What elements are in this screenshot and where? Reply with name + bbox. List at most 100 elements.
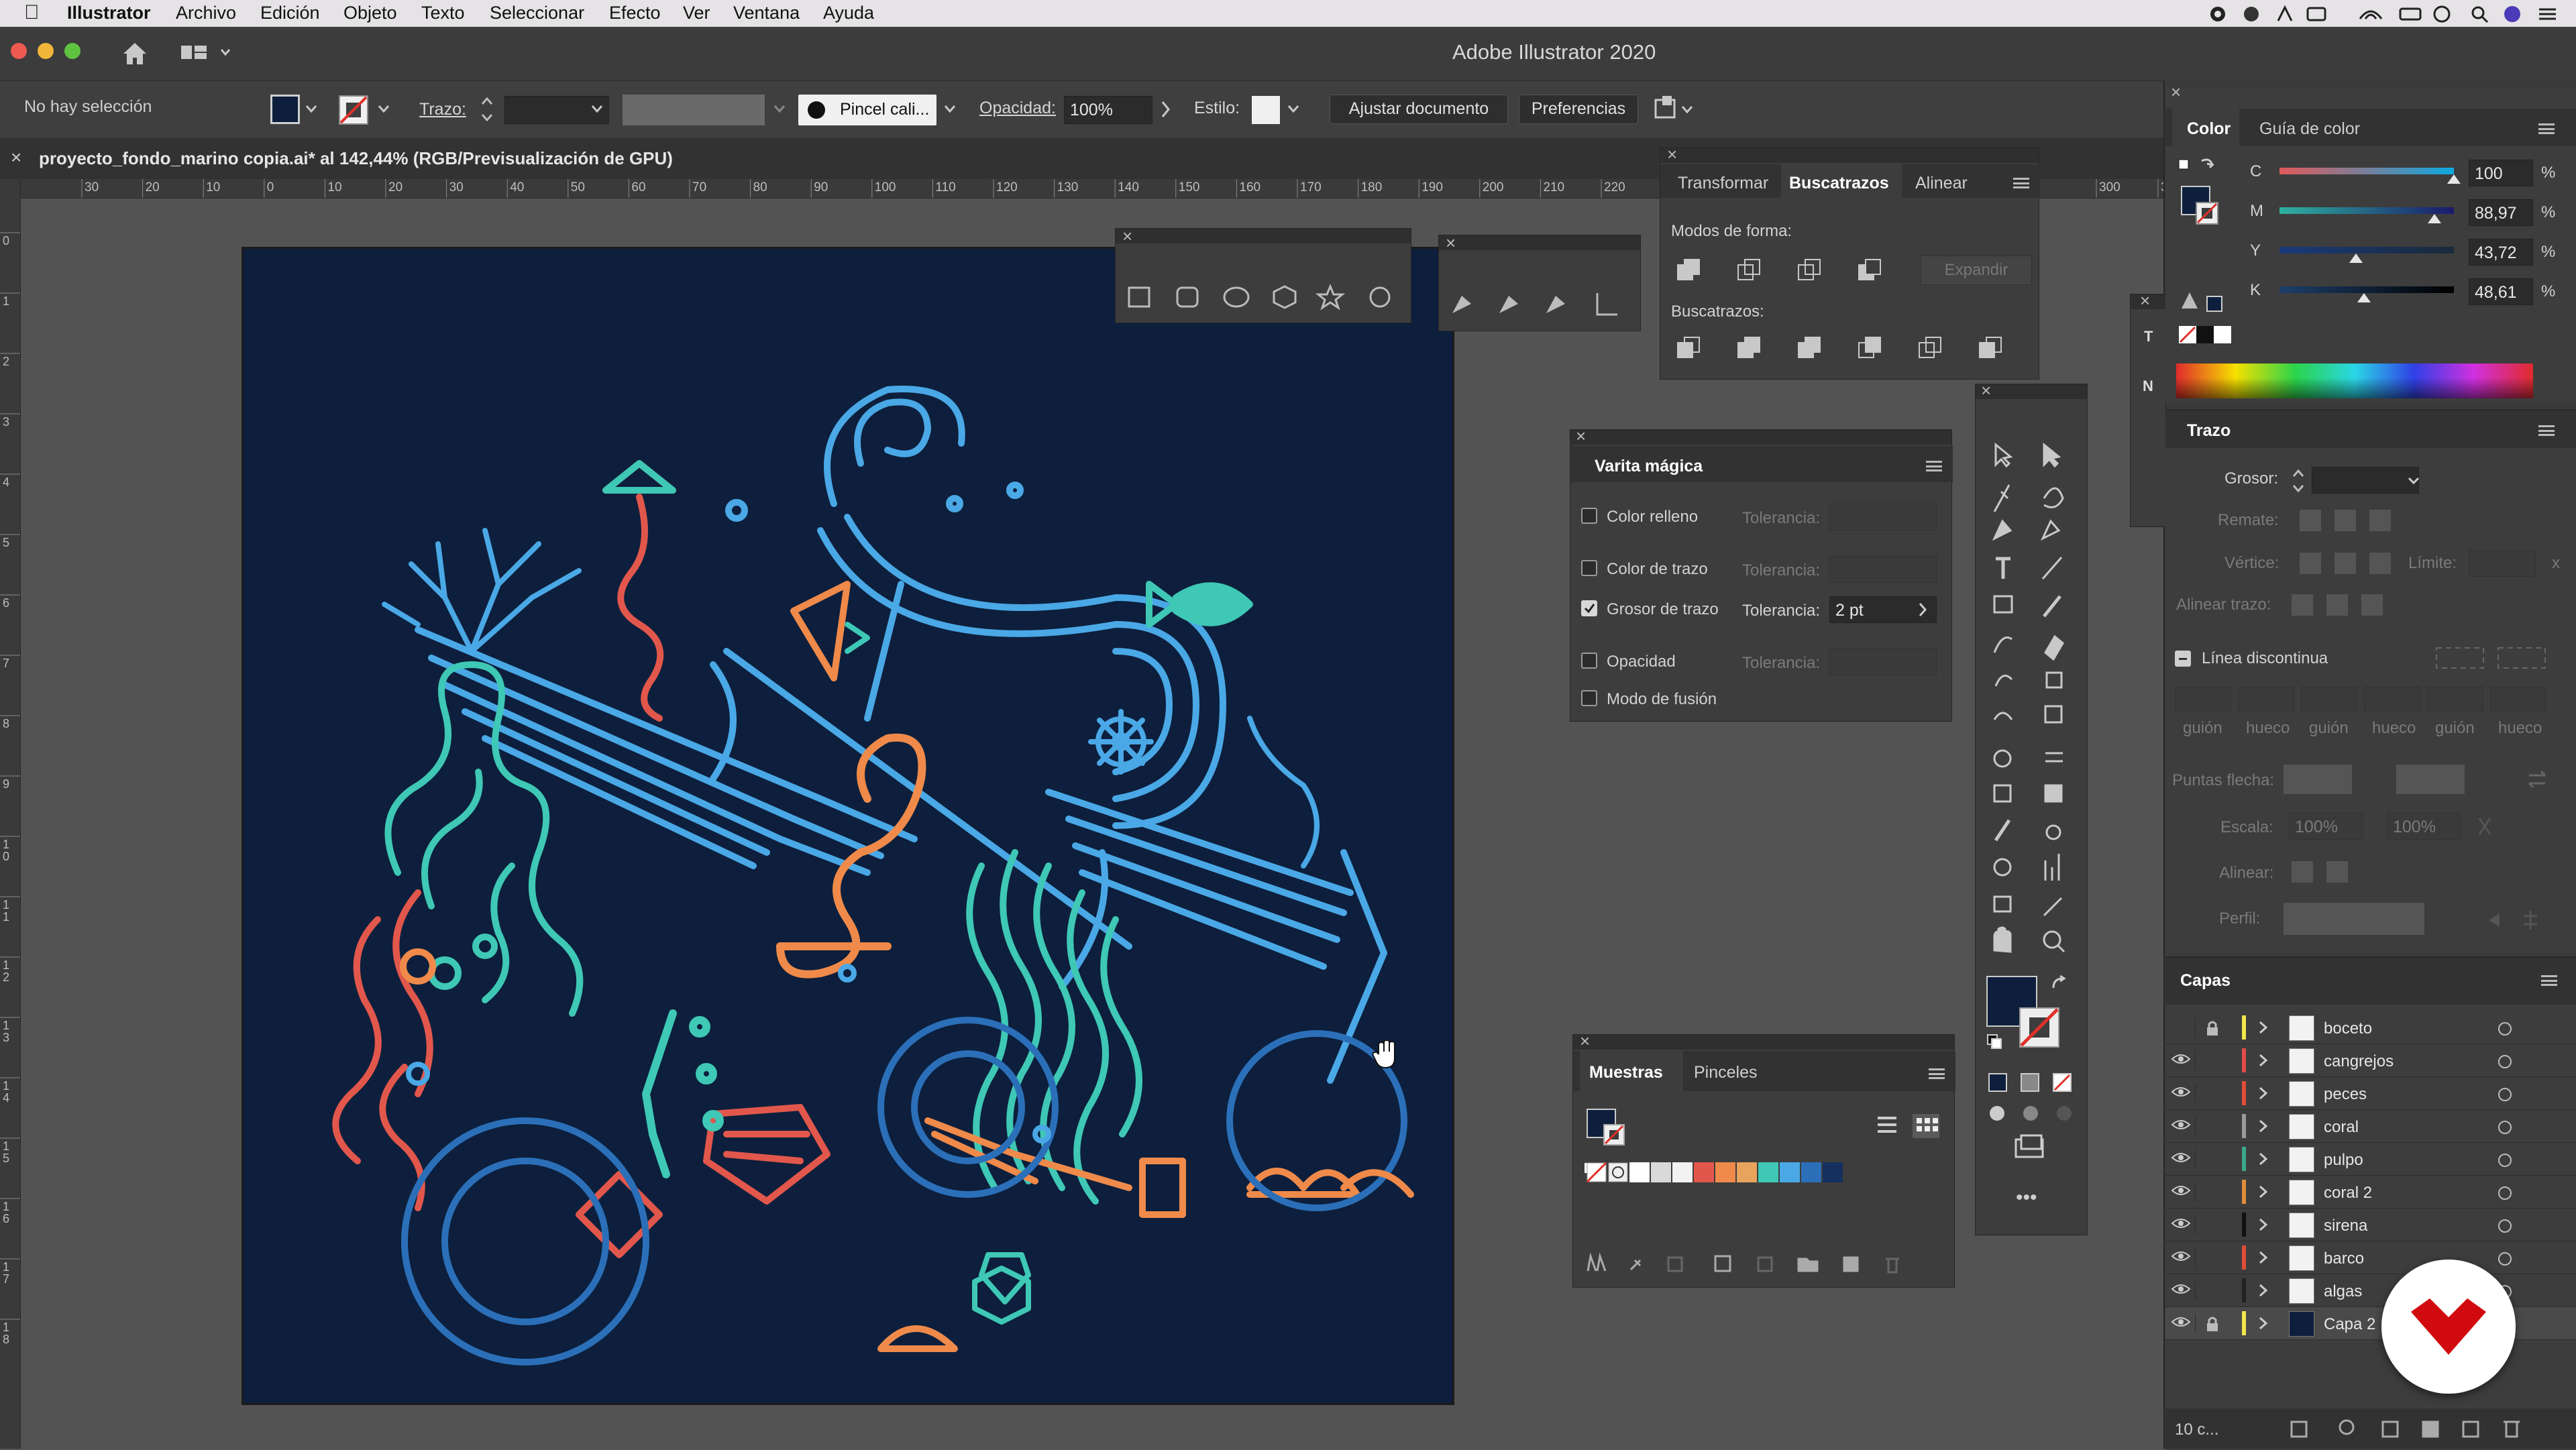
cap-buttons[interactable] [2297,507,2398,534]
chevron-down-icon[interactable] [377,104,390,115]
color-swatch[interactable] [1672,1162,1693,1182]
close-icon[interactable]: × [1981,380,1991,401]
channel-slider[interactable] [2279,247,2454,254]
layer-row[interactable]: coral [2165,1110,2576,1143]
stroke-none-box[interactable] [2013,1001,2067,1055]
limit-field[interactable] [2469,550,2536,577]
layer-name[interactable]: algas [2324,1282,2362,1301]
layer-row[interactable]: barco [2165,1241,2576,1274]
channel-slider-thumb[interactable] [2428,214,2442,223]
expand-chevron-icon[interactable] [2257,1118,2270,1134]
lock-icon[interactable] [2204,1315,2223,1333]
menu-seleccionar[interactable]: Seleccionar [490,3,584,23]
visibility-eye-icon[interactable] [2171,1215,2196,1234]
menu-archivo[interactable]: Archivo [176,3,236,23]
tab-alinear[interactable]: Alinear [1915,174,1968,193]
channel-slider-thumb[interactable] [2357,293,2371,302]
home-icon[interactable] [121,40,149,66]
close-icon[interactable]: × [1667,144,1677,165]
expand-chevron-icon[interactable] [2257,1019,2270,1036]
close-icon[interactable]: × [1446,233,1456,254]
visibility-eye-icon[interactable] [2171,1018,2196,1037]
panel-menu-icon[interactable] [2541,975,2557,986]
expand-chevron-icon[interactable] [2257,1151,2270,1167]
close-icon[interactable]: × [2171,82,2181,103]
layer-row[interactable]: algas [2165,1274,2576,1307]
lock-icon[interactable] [2204,1282,2223,1300]
expand-chevron-icon[interactable] [2257,1052,2270,1068]
visibility-eye-icon[interactable] [2171,1150,2196,1168]
link-scale-icon[interactable] [2473,813,2497,840]
color-swatch[interactable] [1651,1162,1671,1182]
layer-name[interactable]: sirena [2324,1217,2367,1235]
lock-icon[interactable] [2204,1151,2223,1168]
visibility-eye-icon[interactable] [2171,1248,2196,1267]
layer-target-icon[interactable] [2498,1219,2512,1233]
screen-mode-icon[interactable] [2009,1133,2049,1160]
layer-row[interactable]: cangrejos [2165,1044,2576,1077]
color-fill-tolerance[interactable] [1829,504,1937,531]
scale-start-field[interactable]: 100% [2289,813,2363,840]
layer-target-icon[interactable] [2498,1154,2512,1167]
workspace-switcher-icon[interactable] [180,43,233,63]
channel-value-field[interactable]: 43,72 [2469,239,2533,266]
chevron-down-icon[interactable] [773,104,786,115]
lock-icon[interactable] [2204,1085,2223,1103]
chevron-down-icon[interactable] [2407,476,2420,486]
lock-icon[interactable] [2204,1184,2223,1201]
color-swatch[interactable] [1758,1162,1778,1182]
visibility-eye-icon[interactable] [2171,1084,2196,1103]
dashed-line-checkbox[interactable] [2175,651,2191,667]
lock-icon[interactable] [2204,1019,2223,1037]
stroke-color-tolerance[interactable] [1829,556,1937,583]
visibility-eye-icon[interactable] [2171,1117,2196,1135]
visibility-eye-icon[interactable] [2171,1314,2196,1333]
dash-field[interactable] [2364,687,2420,712]
color-swatch[interactable] [1694,1162,1714,1182]
weight-field[interactable] [2312,467,2419,494]
color-swatch[interactable] [1629,1162,1650,1182]
target-swatch[interactable] [1608,1162,1628,1182]
chevron-right-icon[interactable] [1161,100,1171,119]
channel-slider-thumb[interactable] [2447,174,2461,184]
panel-menu-icon[interactable] [1929,1068,1945,1079]
tab-transformar[interactable]: Transformar [1678,174,1768,193]
tab-buscatrazos[interactable]: Buscatrazos [1789,174,1889,193]
layer-target-icon[interactable] [2498,1088,2512,1101]
opacity-tolerance[interactable] [1829,649,1937,675]
menu-edicion[interactable]: Edición [260,3,320,23]
layer-target-icon[interactable] [2498,1055,2512,1068]
visibility-eye-icon[interactable] [2171,1281,2196,1300]
layer-name[interactable]: cangrejos [2324,1052,2394,1071]
fit-document-button[interactable]: Ajustar documento [1330,95,1508,124]
layer-name[interactable]: boceto [2324,1019,2372,1038]
expand-chevron-icon[interactable] [2257,1249,2270,1266]
preferences-button[interactable]: Preferencias [1519,95,1638,124]
color-swatch[interactable] [1801,1162,1821,1182]
channel-slider[interactable] [2279,286,2454,293]
dash-field[interactable] [2238,687,2294,712]
dash-field[interactable] [2427,687,2483,712]
fill-stroke-proxy[interactable] [2176,154,2223,235]
channel-slider-thumb[interactable] [2349,254,2363,263]
chevron-down-icon[interactable] [590,104,604,115]
layer-target-icon[interactable] [2498,1252,2512,1266]
layer-row[interactable]: boceto [2165,1011,2576,1044]
layer-target-icon[interactable] [2498,1022,2512,1036]
arrange-documents-icon[interactable] [1653,95,1700,124]
scale-end-field[interactable]: 100% [2387,813,2461,840]
stroke-weight-checkbox[interactable] [1581,600,1597,616]
artboard[interactable] [241,247,1454,1405]
app-menu[interactable]: Illustrator [67,3,151,23]
swap-fill-stroke-icon[interactable] [2051,974,2070,993]
expand-chevron-icon[interactable] [2257,1184,2270,1200]
stroke-color-checkbox[interactable] [1581,560,1597,576]
variable-width-profile[interactable] [623,95,765,125]
color-fill-checkbox[interactable] [1581,508,1597,524]
color-spectrum[interactable] [2176,364,2533,398]
registration-swatch[interactable] [1587,1162,1607,1182]
corner-buttons[interactable] [2297,550,2398,577]
expand-chevron-icon[interactable] [2257,1085,2270,1101]
dash-field[interactable] [2490,687,2546,712]
opacity-field[interactable]: 100% [1064,96,1152,124]
